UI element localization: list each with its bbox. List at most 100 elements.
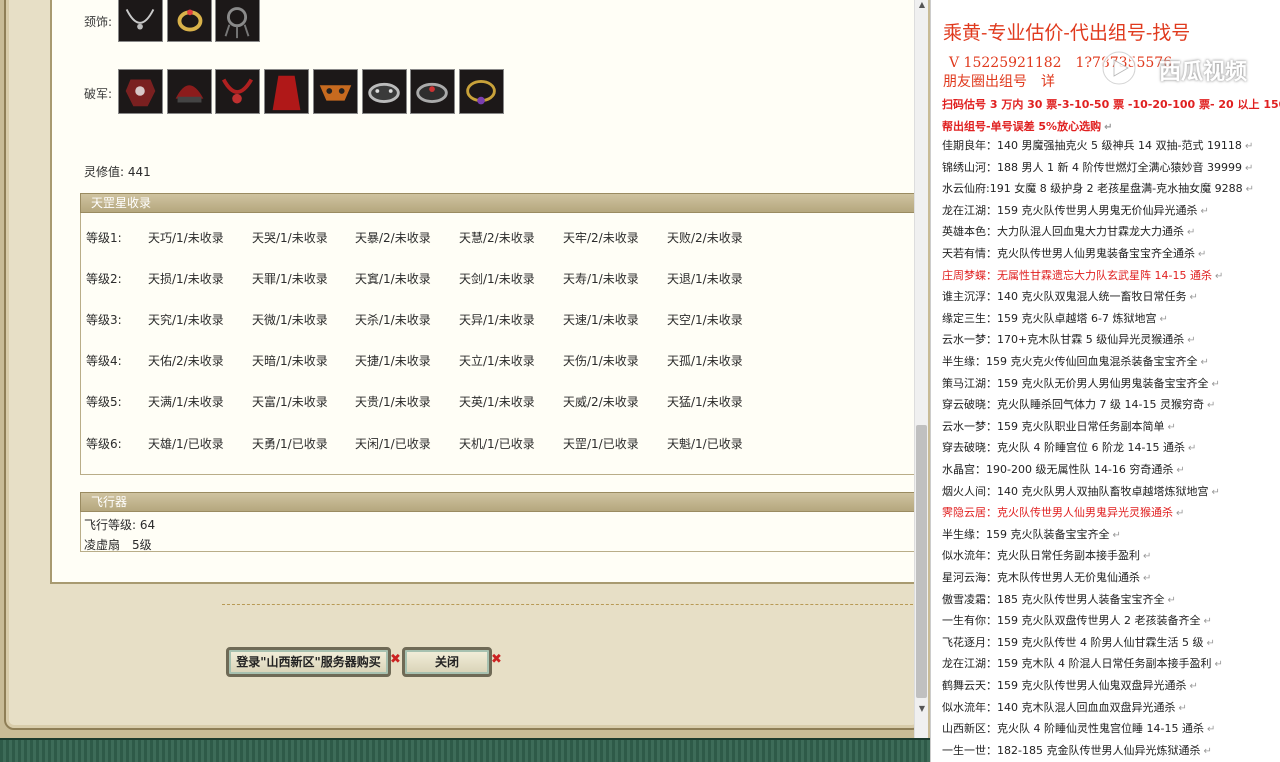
star-cell: 天空/1/未收录 (667, 313, 743, 328)
star-cell: 天雄/1/已收录 (148, 436, 224, 451)
star-cell: 天猛/1/未收录 (667, 395, 743, 410)
item-helmet[interactable] (167, 69, 212, 114)
item-ring-gold[interactable] (167, 0, 212, 42)
paragraph-mark-icon: ↵ (1176, 465, 1185, 476)
list-item: 半生缘：159 克火克火传仙回血鬼混杀装备宝宝齐全 ↵ (942, 353, 1209, 375)
paragraph-mark-icon: ↵ (1178, 702, 1187, 714)
star-level-label: 等级6: (86, 436, 122, 451)
close-button-x-icon: ✖ (491, 652, 502, 667)
paragraph-mark-icon: ↵ (1143, 573, 1152, 584)
list-item-text: 鹤舞云天：159 克火队传世男人仙鬼双盘异光通杀 (942, 679, 1187, 692)
list-item: 云水一梦：159 克火队职业日常任务副本简单 ↵ (942, 418, 1176, 440)
star-cell: 天闲/1/已收录 (355, 436, 431, 451)
list-item-text: 佳期良年：140 男魔强抽克火 5 级神兵 14 双抽-范式 19118 (942, 139, 1242, 152)
list-item-text: 策马江湖：159 克火队无价男人男仙男鬼装备宝宝齐全 (942, 376, 1209, 390)
paragraph-mark-icon: ↵ (1214, 659, 1223, 671)
login-button-x-icon: ✖ (390, 652, 401, 667)
list-item: 烟火人间：140 克火队男人双抽队畜牧卓越塔炼狱地宫 ↵ (942, 483, 1220, 505)
paragraph-mark-icon: ↵ (1187, 335, 1196, 347)
paragraph-mark-icon: ↵ (1104, 122, 1113, 133)
star-cell: 天损/1/未收录 (148, 272, 224, 287)
star-cell: 天暗/1/未收录 (252, 354, 328, 369)
item-cloak[interactable] (264, 69, 309, 114)
star-cell: 天杀/1/未收录 (355, 313, 431, 328)
item-armor[interactable] (118, 69, 163, 114)
star-cell: 天寿/1/未收录 (563, 272, 639, 287)
list-item-text: 英雄本色：大力队混人回血鬼大力甘霖龙大力通杀 (942, 225, 1184, 239)
list-item: 缘定三生：159 克火队卓越塔 6-7 炼狱地宫 ↵ (942, 310, 1168, 332)
login-server-buy-button[interactable]: 登录"山西新区"服务器购买 (226, 647, 391, 677)
character-info-panel: 颈饰: 破军: 灵修值: 441 天罡星收录 等级1: 天巧/1/未收录 天哭/… (50, 0, 922, 584)
paragraph-mark-icon: ↵ (1200, 357, 1209, 368)
promo-line-2-text: 帮出组号-单号误差 5%放心选购 (942, 120, 1102, 133)
paragraph-mark-icon: ↵ (1189, 292, 1198, 304)
list-item: 英雄本色：大力队混人回血鬼大力甘霖龙大力通杀 ↵ (942, 223, 1195, 245)
paragraph-mark-icon: ↵ (1203, 745, 1212, 757)
item-necklace[interactable] (118, 0, 163, 42)
paragraph-mark-icon: ↵ (1159, 313, 1168, 325)
paragraph-mark-icon: ↵ (1214, 270, 1224, 282)
item-pendant[interactable] (215, 0, 260, 42)
star-cell: 天佑/2/未收录 (148, 354, 224, 369)
scroll-up-arrow-icon[interactable]: ▲ (916, 0, 928, 12)
list-item-text: 云水一梦：170+克木队甘霖 5 级仙异光灵猴通杀 (942, 333, 1185, 347)
watermark-logo-icon (1101, 50, 1137, 86)
paragraph-mark-icon: ↵ (1187, 227, 1196, 239)
star-cell: 天罪/1/未收录 (252, 272, 328, 287)
paragraph-mark-icon: ↵ (1203, 616, 1212, 628)
star-cell: 天捷/1/未收录 (355, 354, 431, 369)
window-frame: 颈饰: 破军: 灵修值: 441 天罡星收录 等级1: 天巧/1/未收录 天哭/… (4, 0, 922, 730)
promo-side-panel: 乘黄-专业估价-代出组号-找号 V 15225921182 1?78735557… (930, 0, 1280, 762)
star-cell: 天微/1/未收录 (252, 313, 328, 328)
list-item-text: 烟火人间：140 克火队男人双抽队畜牧卓越塔炼狱地宫 (942, 484, 1209, 498)
taskbar-strip (0, 738, 930, 762)
list-item-text: 水晶宫：190-200 级无属性队 14-16 穷奇通杀 (942, 463, 1174, 476)
list-item-text: 谁主沉浮：140 克火队双鬼混人统一畜牧日常任务 (942, 290, 1187, 304)
star-cell: 天巧/1/未收录 (148, 231, 224, 245)
list-item-text: 云水一梦：159 克火队职业日常任务副本简单 (942, 419, 1165, 433)
list-item-text: 缘定三生：159 克火队卓越塔 6-7 炼狱地宫 (942, 311, 1157, 325)
paragraph-mark-icon: ↵ (1245, 184, 1255, 196)
star-cell: 天满/1/未收录 (148, 395, 224, 410)
list-item: 水云仙府:191 女魔 8 级护身 2 老孩星盘满-克水抽女魔 9288 ↵ (942, 180, 1254, 202)
item-bracelet[interactable] (362, 69, 407, 114)
list-item: 天若有情：克火队传世男人仙男鬼装备宝宝齐全通杀 ↵ (942, 245, 1206, 267)
flyer-level: 飞行等级: 64 (84, 518, 156, 532)
paragraph-mark-icon: ↵ (1206, 724, 1216, 736)
close-button[interactable]: 关闭 (402, 647, 492, 677)
list-item-text: 龙在江湖：159 克火队传世男人男鬼无价仙异光通杀 (942, 203, 1198, 217)
promo-line-1: 扫码估号 3 万内 30 票-3-10-50 票 -10-20-100 票- 2… (942, 98, 1280, 111)
star-cell: 天牢/2/未收录 (563, 231, 639, 245)
paragraph-mark-icon: ↵ (1206, 637, 1215, 649)
item-gold-chain[interactable] (459, 69, 504, 114)
list-item: 谁主沉浮：140 克火队双鬼混人统一畜牧日常任务 ↵ (942, 288, 1198, 310)
item-bracelet-2[interactable] (410, 69, 455, 114)
scroll-down-arrow-icon[interactable]: ▼ (916, 704, 928, 716)
list-item-text: 山西新区：克火队 4 阶睡仙灵性鬼宫位睡 14-15 通杀 (942, 722, 1204, 736)
game-window: 颈饰: 破军: 灵修值: 441 天罡星收录 等级1: 天巧/1/未收录 天哭/… (0, 0, 930, 762)
paragraph-mark-icon: ↵ (1200, 205, 1209, 217)
list-item-text: 一生一世：182-185 克金队传世男人仙异光炼狱通杀 (942, 743, 1201, 757)
flyer-section-body (80, 512, 922, 552)
star-level-label: 等级3: (86, 313, 122, 328)
star-cell: 天罡/1/已收录 (563, 436, 639, 451)
scroll-thumb[interactable] (916, 425, 927, 698)
paragraph-mark-icon: ↵ (1198, 249, 1207, 260)
paragraph-mark-icon: ↵ (1167, 421, 1176, 433)
star-level-label: 等级2: (86, 272, 122, 287)
accessory-label: 颈饰: (84, 15, 113, 29)
item-mask[interactable] (313, 69, 358, 114)
vertical-scrollbar[interactable]: ▲ ▼ (914, 0, 928, 740)
paragraph-mark-icon: ↵ (1167, 594, 1176, 606)
list-item-text: 霁隐云居：克火队传世男人仙男鬼异光灵猴通杀 (942, 506, 1173, 520)
star-cell: 天败/2/未收录 (667, 231, 743, 245)
flyer-item: 凌虚扇 5级 (84, 538, 152, 552)
list-item-text: 穿去破晓：克火队 4 阶睡宫位 6 阶龙 14-15 通杀 (942, 441, 1185, 455)
star-cell: 天哭/1/未收录 (252, 231, 328, 245)
list-item: 似水流年：140 克木队混人回血血双盘异光通杀 ↵ (942, 699, 1187, 721)
list-item: 佳期良年：140 男魔强抽克火 5 级神兵 14 双抽-范式 19118 ↵ (942, 137, 1253, 159)
star-cell: 天异/1/未收录 (459, 313, 535, 328)
list-item-text: 水云仙府:191 女魔 8 级护身 2 老孩星盘满-克水抽女魔 9288 (942, 182, 1243, 196)
item-red-necklace[interactable] (215, 69, 260, 114)
list-item: 穿云破晓：克火队睡杀回气体力 7 级 14-15 灵猴穷奇 ↵ (942, 396, 1215, 418)
